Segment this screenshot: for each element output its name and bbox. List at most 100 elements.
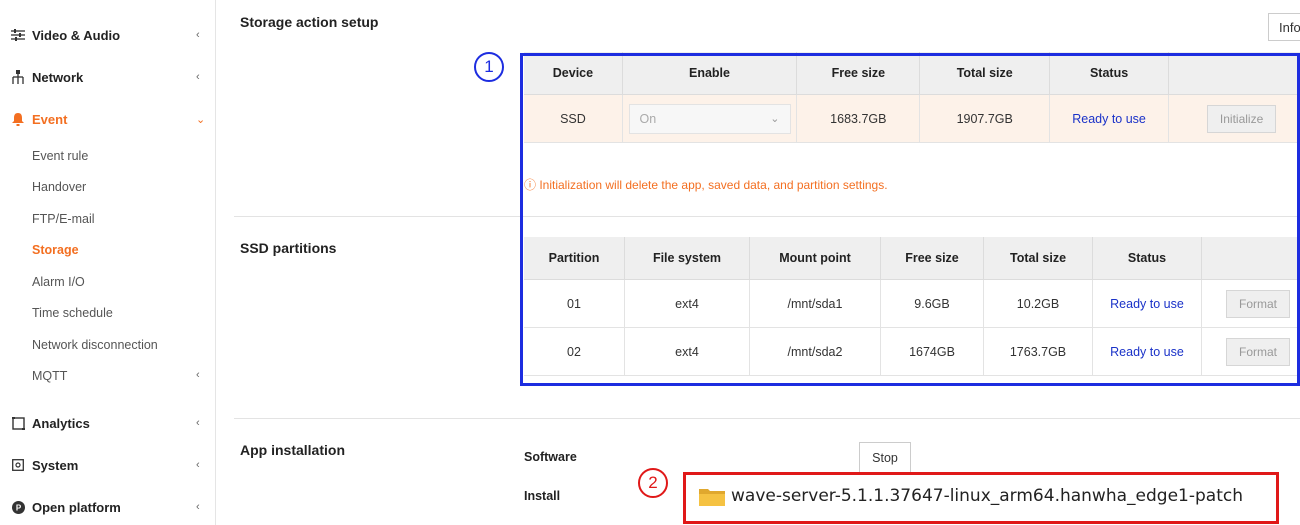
table-row: SSD On ⌄ 1683.7GB 1907.7GB Ready to use … [524,94,1300,143]
action-cell: Initialize [1168,94,1300,143]
table-header: Status [1049,52,1170,95]
chevron-left-icon: ‹ [196,501,200,513]
chevron-left-icon: ‹ [196,71,200,83]
sidebar-item-video-audio[interactable]: Video & Audio ‹ [0,21,215,49]
stop-button[interactable]: Stop [859,442,911,474]
sidebar-item-label: Event [32,111,68,127]
sidebar-item-event[interactable]: Event ⌄ [0,105,215,133]
chevron-left-icon: ‹ [196,417,200,429]
svg-text:P: P [15,503,21,512]
annotation-marker-2: 2 [638,468,668,498]
sidebar-item-open-platform[interactable]: P Open platform ‹ [0,493,215,521]
status-cell: Ready to use [1092,327,1202,376]
chevron-down-icon: ⌄ [196,113,206,126]
fs-cell: ext4 [624,327,750,376]
table-header: Free size [880,237,984,280]
mount-cell: /mnt/sda2 [749,327,881,376]
action-cell: Format [1201,327,1300,376]
status-text: Ready to use [1072,111,1146,126]
analytics-icon [10,415,26,431]
network-icon [10,69,26,85]
free-size-cell: 1674GB [880,327,984,376]
install-label: Install [524,489,561,503]
partition-cell: 01 [524,279,625,328]
table-row: 02 ext4 /mnt/sda2 1674GB 1763.7GB Ready … [524,327,1300,376]
highlight-box-2: wave-server-5.1.1.37647-linux_arm64.hanw… [683,472,1279,524]
free-size-cell: 1683.7GB [796,94,921,143]
divider [234,418,1300,419]
sidebar: Video & Audio ‹ Network ‹ Event ⌄ Event … [0,0,216,525]
status-text: Ready to use [1110,344,1184,359]
storage-section-title: Storage action setup [240,14,379,30]
sidebar-item-network[interactable]: Network ‹ [0,63,215,91]
partition-cell: 02 [524,327,625,376]
table-header-row: Partition File system Mount point Free s… [524,237,1300,280]
sidebar-subitem-ftp-email[interactable]: FTP/E-mail [32,212,95,226]
folder-icon [699,486,725,506]
fs-cell: ext4 [624,279,750,328]
free-size-cell: 9.6GB [880,279,984,328]
action-cell: Format [1201,279,1300,328]
table-header: Enable [622,52,798,95]
info-button[interactable]: Info [1268,13,1300,41]
install-file[interactable]: wave-server-5.1.1.37647-linux_arm64.hanw… [699,486,1243,506]
table-header: Total size [919,52,1050,95]
annotation-marker-1: 1 [474,52,504,82]
table-header [1168,52,1300,95]
initialize-button[interactable]: Initialize [1206,104,1277,133]
partition-table: Partition File system Mount point Free s… [524,237,1300,376]
install-file-name: wave-server-5.1.1.37647-linux_arm64.hanw… [731,486,1243,506]
app-section-title: App installation [240,442,345,458]
sidebar-subitem-event-rule[interactable]: Event rule [32,149,88,163]
status-cell: Ready to use [1092,279,1202,328]
divider [234,216,1300,217]
enable-select[interactable]: On ⌄ [628,103,791,134]
device-table: Device Enable Free size Total size Statu… [524,52,1300,143]
total-size-cell: 1907.7GB [919,94,1050,143]
open-platform-icon: P [10,499,26,515]
sidebar-item-system[interactable]: System ‹ [0,451,215,479]
main-content: Storage action setup Info Device Enable … [216,0,1300,525]
bell-icon [10,111,26,127]
status-text: Ready to use [1110,296,1184,311]
table-header: File system [624,237,750,280]
table-header: Total size [983,237,1093,280]
table-header: Status [1092,237,1202,280]
format-button[interactable]: Format [1225,337,1290,366]
sidebar-item-label: System [32,457,79,473]
chevron-down-icon: ⌄ [770,113,780,125]
sidebar-item-label: Video & Audio [32,27,121,43]
sidebar-subitem-handover[interactable]: Handover [32,180,86,194]
total-size-cell: 1763.7GB [983,327,1093,376]
table-header: Partition [524,237,625,280]
sidebar-item-label: Analytics [32,415,90,431]
format-button[interactable]: Format [1225,289,1290,318]
software-label: Software [524,450,577,464]
total-size-cell: 10.2GB [983,279,1093,328]
sidebar-item-analytics[interactable]: Analytics ‹ [0,409,215,437]
status-cell: Ready to use [1049,94,1170,143]
sidebar-subitem-alarm-io[interactable]: Alarm I/O [32,275,85,289]
sidebar-subitem-storage[interactable]: Storage [32,243,79,257]
table-header [1201,237,1300,280]
chevron-left-icon: ‹ [196,459,200,471]
table-row: 01 ext4 /mnt/sda1 9.6GB 10.2GB Ready to … [524,279,1300,328]
chevron-left-icon: ‹ [196,369,200,381]
sidebar-subitem-time-schedule[interactable]: Time schedule [32,306,113,320]
table-header: Device [524,52,623,95]
enable-cell: On ⌄ [622,94,798,143]
sidebar-item-label: Network [32,69,84,85]
device-cell: SSD [524,94,623,143]
enable-select-value: On [639,111,657,126]
partitions-section-title: SSD partitions [240,240,337,256]
table-header-row: Device Enable Free size Total size Statu… [524,52,1300,95]
table-header: Mount point [749,237,881,280]
system-icon [10,457,26,473]
sidebar-subitem-network-disconnection[interactable]: Network disconnection [32,338,158,352]
warning-text: ⓘ Initialization will delete the app, sa… [524,178,888,192]
table-header: Free size [796,52,921,95]
sidebar-item-label: Open platform [32,499,121,515]
mount-cell: /mnt/sda1 [749,279,881,328]
sidebar-subitem-mqtt[interactable]: MQTT [32,369,67,383]
chevron-left-icon: ‹ [196,29,200,41]
